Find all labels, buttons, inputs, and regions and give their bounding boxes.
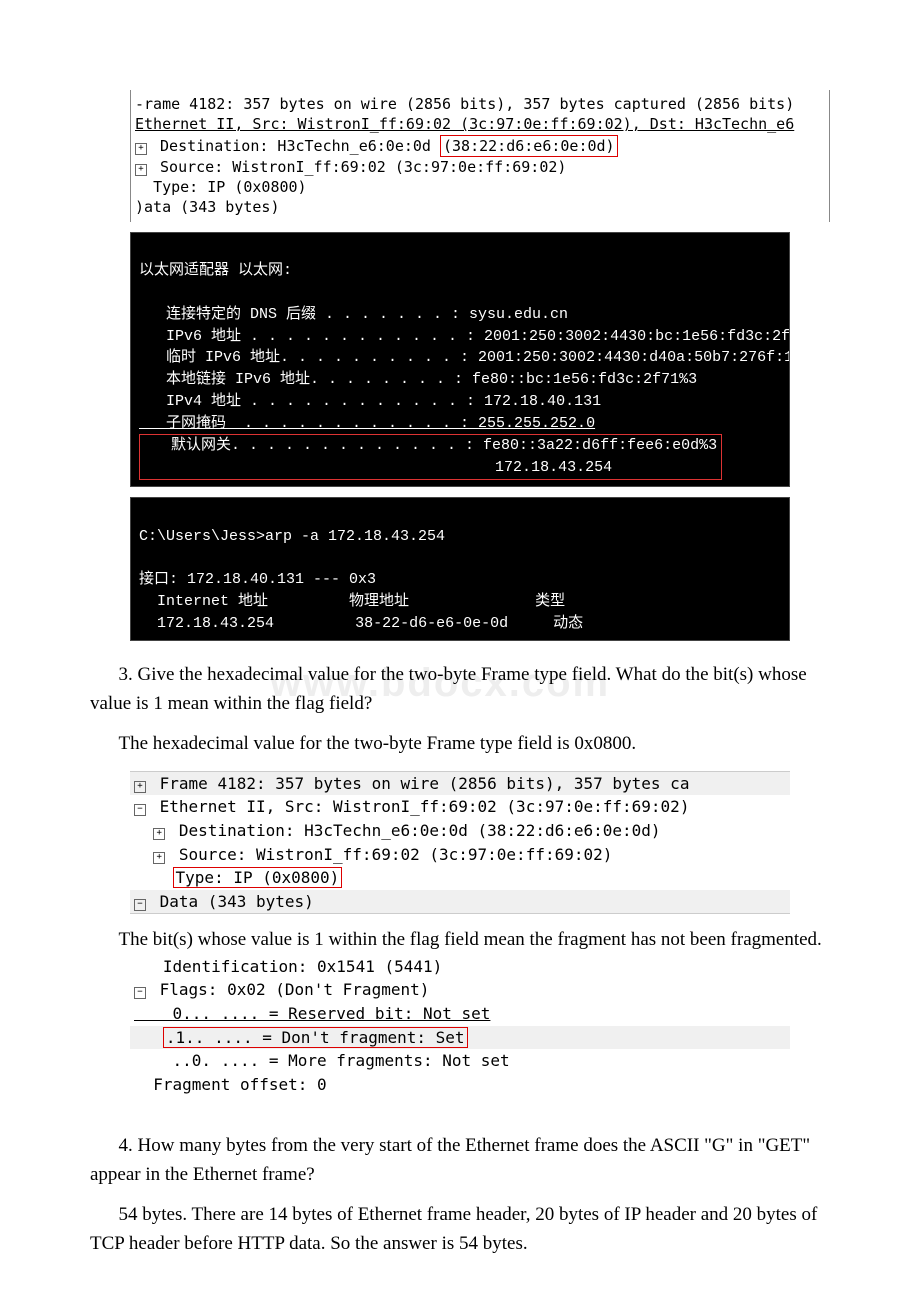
arp-ip: 172.18.43.254 (157, 615, 274, 632)
ws-line: − Ethernet II, Src: WistronI_ff:69:02 (3… (130, 795, 790, 819)
gateway-highlight: 默认网关. . . . . . . . . . . . . : fe80::3a… (139, 434, 722, 480)
expand-icon[interactable]: + (134, 781, 146, 793)
ipconfig-row: IPv4 地址 . . . . . . . . . . . . : 172.18… (139, 393, 601, 410)
arp-cmd: C:\Users\Jess>arp -a 172.18.43.254 (139, 528, 445, 545)
ws-line: + Frame 4182: 357 bytes on wire (2856 bi… (130, 772, 790, 796)
ws-line: .1.. .... = Don't fragment: Set (130, 1026, 790, 1050)
arp-hdr-phys: 物理地址 (349, 593, 409, 610)
ws-line: )ata (343 bytes) (135, 197, 829, 217)
expand-icon[interactable]: + (153, 828, 165, 840)
type-highlight: Type: IP (0x0800) (173, 867, 343, 888)
collapse-icon[interactable]: − (134, 987, 146, 999)
arp-window: C:\Users\Jess>arp -a 172.18.43.254 接口: 1… (130, 497, 790, 642)
ws-line: Fragment offset: 0 (130, 1073, 790, 1097)
ws-line: + Source: WistronI_ff:69:02 (3c:97:0e:ff… (135, 157, 829, 177)
ws-line: 0... .... = Reserved bit: Not set (130, 1002, 790, 1026)
type-line: Type: IP (0x0800) (153, 178, 307, 196)
arp-iface: 接口: 172.18.40.131 --- 0x3 (139, 571, 376, 588)
ws-line: + Source: WistronI_ff:69:02 (3c:97:0e:ff… (130, 843, 790, 867)
ws-line: − Data (343 bytes) (130, 890, 790, 914)
ipconfig-row: IPv6 地址 . . . . . . . . . . . . : 2001:2… (139, 328, 790, 345)
ipconfig-row: 临时 IPv6 地址. . . . . . . . . . : 2001:250… (139, 349, 790, 366)
ipconfig-row: 本地链接 IPv6 地址. . . . . . . . : fe80::bc:1… (139, 371, 697, 388)
expand-icon[interactable]: + (135, 143, 147, 155)
ipconfig-row: 连接特定的 DNS 后缀 . . . . . . . : sysu.edu.cn (139, 306, 568, 323)
arp-hdr-inet: Internet 地址 (157, 593, 268, 610)
ws-line: ..0. .... = More fragments: Not set (130, 1049, 790, 1073)
arp-hdr-type: 类型 (535, 593, 565, 610)
arp-type: 动态 (553, 615, 583, 632)
ws-line: Type: IP (0x0800) (135, 177, 829, 197)
wireshark-mid-block: + Frame 4182: 357 bytes on wire (2856 bi… (130, 771, 790, 915)
ws-line: − Flags: 0x02 (Don't Fragment) (130, 978, 790, 1002)
arp-mac: 38-22-d6-e6-0e-0d (355, 615, 508, 632)
q3-text: www.bdocx.com 3. Give the hexadecimal va… (90, 661, 830, 718)
bits-text: The bit(s) whose value is 1 within the f… (90, 926, 830, 955)
ipconfig-title: 以太网适配器 以太网: (139, 262, 292, 279)
mac-highlight: (38:22:d6:e6:0e:0d) (440, 135, 618, 157)
ipconfig-window: 以太网适配器 以太网: 连接特定的 DNS 后缀 . . . . . . . :… (130, 232, 790, 487)
ws-line: + Destination: H3cTechn_e6:0e:0d (38:22:… (135, 135, 829, 157)
wireshark-top-block: -rame 4182: 357 bytes on wire (2856 bits… (130, 90, 830, 222)
q4-answer: 54 bytes. There are 14 bytes of Ethernet… (90, 1201, 830, 1258)
flags-block: Identification: 0x1541 (5441) − Flags: 0… (130, 955, 790, 1097)
q3-answer: The hexadecimal value for the two-byte F… (90, 730, 830, 759)
ws-line: Identification: 0x1541 (5441) (130, 955, 790, 979)
ipconfig-row: 子网掩码 . . . . . . . . . . . . : 255.255.2… (139, 415, 595, 432)
src-line: Source: WistronI_ff:69:02 (3c:97:0e:ff:6… (160, 158, 566, 176)
ws-line: Ethernet II, Src: WistronI_ff:69:02 (3c:… (135, 114, 829, 134)
collapse-icon[interactable]: − (134, 804, 146, 816)
collapse-icon[interactable]: − (134, 899, 146, 911)
ws-line: -rame 4182: 357 bytes on wire (2856 bits… (135, 94, 829, 114)
ws-line: + Destination: H3cTechn_e6:0e:0d (38:22:… (130, 819, 790, 843)
q4-text: 4. How many bytes from the very start of… (90, 1132, 830, 1189)
dont-fragment-highlight: .1.. .... = Don't fragment: Set (163, 1027, 468, 1048)
expand-icon[interactable]: + (153, 852, 165, 864)
expand-icon[interactable]: + (135, 164, 147, 176)
ws-line: Type: IP (0x0800) (130, 866, 790, 890)
dest-prefix: Destination: H3cTechn_e6:0e:0d (160, 137, 431, 155)
